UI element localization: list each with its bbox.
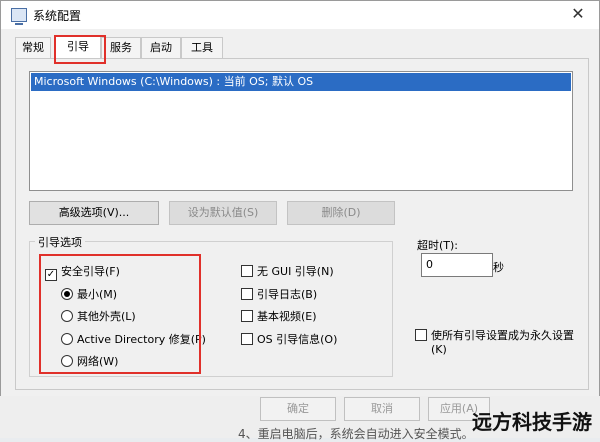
os-boot-info-checkbox[interactable]: OS 引导信息(O) [241,331,337,347]
radio-network[interactable]: 网络(W) [61,353,118,369]
radio-icon [61,310,73,322]
system-config-window: 系统配置 ✕ 常规 引导 服务 启动 工具 Microsoft Windows … [0,0,600,398]
close-button[interactable]: ✕ [567,3,589,25]
os-list[interactable]: Microsoft Windows (C:\Windows) : 当前 OS; … [29,71,573,191]
radio-ad-repair-label: Active Directory 修复(P) [77,333,206,346]
radio-minimal[interactable]: 最小(M) [61,286,117,302]
boot-options-label: 引导选项 [35,234,85,250]
make-permanent-label: 使所有引导设置成为永久设置 [431,329,574,342]
window-title: 系统配置 [33,9,82,23]
monitor-icon [11,8,27,25]
watermark-text: 远方科技手游 [472,410,592,434]
no-gui-boot-checkbox[interactable]: 无 GUI 引导(N) [241,263,334,279]
title-bar: 系统配置 ✕ [1,1,599,29]
checkbox-icon [241,310,253,322]
radio-ad-repair[interactable]: Active Directory 修复(P) [61,331,206,347]
radio-icon [61,333,73,345]
advanced-options-button[interactable]: 高级选项(V)... [29,201,159,225]
tab-general[interactable]: 常规 [15,37,51,59]
checkbox-icon [241,265,253,277]
make-permanent-checkbox[interactable]: 使所有引导设置成为永久设置 [415,327,574,343]
no-gui-boot-label: 无 GUI 引导(N) [257,265,334,278]
radio-minimal-label: 最小(M) [77,288,118,301]
base-video-checkbox[interactable]: 基本视频(E) [241,308,317,324]
set-default-button[interactable]: 设为默认值(S) [169,201,277,225]
timeout-label: 超时(T): [417,239,459,252]
delete-button[interactable]: 删除(D) [287,201,395,225]
tab-tools[interactable]: 工具 [181,37,223,59]
base-video-label: 基本视频(E) [257,310,317,323]
boot-log-label: 引导日志(B) [257,288,318,301]
checkbox-checked-icon: ✓ [45,269,57,281]
radio-network-label: 网络(W) [77,355,119,368]
timeout-input[interactable]: 0 [421,253,493,277]
tab-boot[interactable]: 引导 [55,36,101,60]
radio-alternate-shell-label: 其他外壳(L) [77,310,136,323]
timeout-unit: 秒 [493,261,504,274]
os-list-item[interactable]: Microsoft Windows (C:\Windows) : 当前 OS; … [31,73,571,91]
ok-button[interactable]: 确定 [260,397,336,421]
safe-boot-label: 安全引导(F) [61,265,120,278]
radio-selected-icon [61,288,73,300]
boot-log-checkbox[interactable]: 引导日志(B) [241,286,317,302]
cancel-button[interactable]: 取消 [344,397,420,421]
checkbox-icon [241,333,253,345]
os-boot-info-label: OS 引导信息(O) [257,333,338,346]
checkbox-icon [415,329,427,341]
checkbox-icon [241,288,253,300]
radio-icon [61,355,73,367]
tab-services[interactable]: 服务 [101,37,141,59]
make-permanent-accesskey: (K) [431,343,447,356]
tab-startup[interactable]: 启动 [141,37,181,59]
background-article-text: 4、重启电脑后，系统会自动进入安全模式。 [238,427,474,441]
radio-alternate-shell[interactable]: 其他外壳(L) [61,308,136,324]
safe-boot-checkbox[interactable]: ✓ 安全引导(F) [45,263,120,281]
